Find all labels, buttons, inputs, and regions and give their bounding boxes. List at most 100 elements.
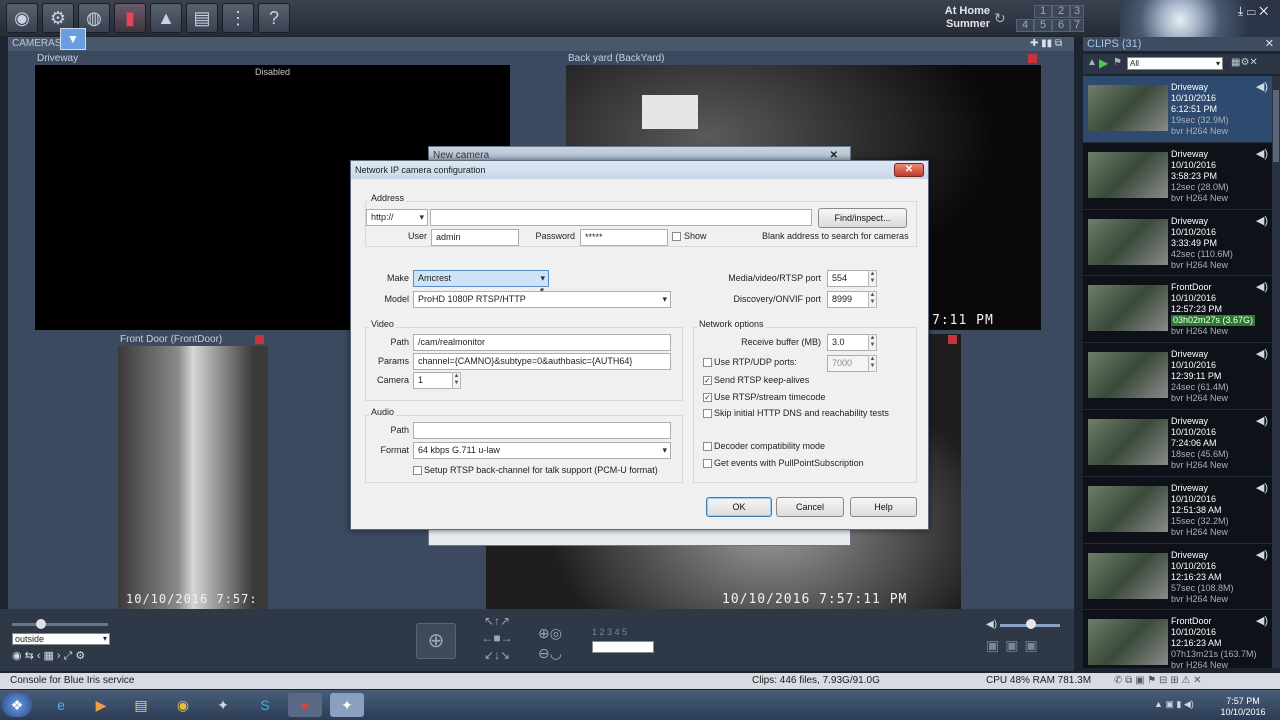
profile-location: At Home	[944, 5, 990, 17]
camera-number-spinner[interactable]: ▲ ▼	[452, 372, 461, 389]
zoom-controls[interactable]: ⊕◎ ⊖◡	[538, 623, 562, 663]
audio-path-input[interactable]	[413, 422, 671, 439]
pullpoint-checkbox[interactable]	[703, 459, 712, 468]
clip-item[interactable]: ◀) FrontDoor 10/10/2016 12:16:23 AM 07h13m21…	[1083, 610, 1272, 668]
backchannel-checkbox[interactable]	[413, 466, 422, 475]
profile-7-button[interactable]: 7	[1070, 19, 1084, 32]
file-explorer-icon[interactable]: ▤	[124, 693, 158, 717]
rtp-port-spinner[interactable]: ▲ ▼	[868, 355, 877, 372]
camera-number-input[interactable]: 1	[413, 372, 453, 389]
chevron-down-icon: ▾	[102, 634, 107, 643]
profile-select[interactable]: outside ▾	[12, 633, 110, 645]
internet-explorer-icon[interactable]: e	[44, 693, 78, 717]
protocol-select[interactable]: http://	[366, 209, 428, 226]
navigation-buttons[interactable]: ◉⇆‹▦›⤢⚙	[12, 649, 88, 663]
close-button[interactable]: ✕	[894, 163, 924, 177]
shield-icon[interactable]: ▼	[60, 28, 86, 50]
user-input[interactable]: admin	[431, 229, 519, 246]
start-button-icon[interactable]: ❖	[2, 693, 32, 717]
audio-slider-thumb[interactable]	[1026, 619, 1036, 629]
password-input[interactable]: *****	[580, 229, 668, 246]
profile-4-button[interactable]: 4	[1016, 19, 1034, 32]
warning-icon[interactable]: ▲	[1087, 57, 1097, 68]
camera-icon[interactable]: ◉	[6, 3, 38, 33]
audio-format-select[interactable]: 64 kbps G.711 u-law	[413, 442, 671, 459]
chrome-icon[interactable]: ◉	[166, 693, 200, 717]
volume-slider[interactable]	[12, 623, 108, 626]
rtp-udp-checkbox[interactable]	[703, 358, 712, 367]
media-port-spinner[interactable]: ▲ ▼	[868, 270, 877, 287]
media-port-input[interactable]: 554	[827, 270, 869, 287]
clip-item[interactable]: ◀) FrontDoor 10/10/2016 12:57:23 PM 03h02m27…	[1083, 276, 1272, 344]
recorder-icon[interactable]: ●	[288, 693, 322, 717]
keepalive-checkbox[interactable]: ✓	[703, 376, 712, 385]
flag-icon[interactable]: ⚑	[1113, 57, 1122, 68]
clips-scrollbar[interactable]	[1272, 76, 1280, 668]
profile-3-button[interactable]: 3	[1070, 5, 1084, 18]
clip-tools-icons[interactable]: ▦⚙✕	[1231, 57, 1258, 68]
profile-5-button[interactable]: 5	[1034, 19, 1052, 32]
clip-date: 10/10/2016	[1171, 560, 1217, 571]
user-label: User	[407, 231, 427, 241]
tray-icons[interactable]: ▲ ▣ ▮ ◀)	[1154, 699, 1194, 710]
receive-buffer-input[interactable]: 3.0	[827, 334, 869, 351]
talk-buttons[interactable]: ▣▣▣	[986, 637, 1044, 654]
play-icon[interactable]: ▶	[1099, 56, 1108, 70]
find-inspect-button[interactable]: Find/inspect...	[818, 208, 907, 228]
skip-dns-checkbox[interactable]	[703, 409, 712, 418]
taskbar-clock[interactable]: 7:57 PM 10/10/2016	[1212, 696, 1274, 718]
receive-buffer-spinner[interactable]: ▲ ▼	[868, 334, 877, 351]
ok-button[interactable]: OK	[706, 497, 772, 517]
image-icon[interactable]: ▲	[150, 3, 182, 33]
camera-tile-frontdoor[interactable]: Front Door (FrontDoor) 10/10/2016 7:57:	[118, 334, 268, 611]
profile-1-button[interactable]: 1	[1034, 5, 1052, 18]
address-input[interactable]	[430, 209, 812, 226]
video-path-input[interactable]: /cam/realmonitor	[413, 334, 671, 351]
help-button[interactable]: Help	[850, 497, 917, 517]
profile-2-button[interactable]: 2	[1052, 5, 1070, 18]
decoder-compat-checkbox[interactable]	[703, 442, 712, 451]
refresh-icon[interactable]: ↻	[994, 10, 1006, 27]
status-icons[interactable]: ✆ ⧉ ▣ ⚑ ⊟ ⊞ ⚠ ✕	[1114, 673, 1201, 689]
camera-layout-controls[interactable]: ✚ ▮▮ ⧉	[1030, 38, 1062, 49]
ptz-home-icon[interactable]: ⊕	[416, 623, 456, 659]
make-select[interactable]: Amcrest	[413, 270, 549, 287]
model-select[interactable]: ProHD 1080P RTSP/HTTP	[413, 291, 671, 308]
profile-6-button[interactable]: 6	[1052, 19, 1070, 32]
preset-select[interactable]	[592, 641, 654, 653]
preset-buttons[interactable]: 1 2 3 4 5	[592, 627, 692, 641]
window-controls[interactable]: ⤓ ▭ ✕	[1238, 4, 1268, 19]
speaker-icon[interactable]: ◀)	[986, 619, 997, 630]
skype-icon[interactable]: S	[248, 693, 282, 717]
ptz-arrow-pad[interactable]: ↖↑↗ ←■→ ↙↓↘	[464, 613, 530, 667]
clip-item[interactable]: ◀) Driveway 10/10/2016 12:16:23 AM 57sec (10…	[1083, 544, 1272, 611]
cancel-button[interactable]: Cancel	[776, 497, 844, 517]
clip-item[interactable]: ◀) Driveway 10/10/2016 12:51:38 AM 15sec (32…	[1083, 477, 1272, 544]
main-toolbar: ◉ ⚙ ◍ ▮ ▲ ▤ ⋮ ? At Home Summer ↻ 1 2 3 4…	[0, 0, 1280, 36]
close-icon[interactable]: ✕	[1265, 37, 1274, 51]
clip-item[interactable]: ◀) Driveway 10/10/2016 3:58:23 PM 12sec (28.…	[1083, 143, 1272, 210]
clip-item[interactable]: ◀) Driveway 10/10/2016 6:12:51 PM 19sec (32.…	[1083, 76, 1272, 143]
clip-item[interactable]: ◀) Driveway 10/10/2016 3:33:49 PM 42sec (110…	[1083, 210, 1272, 277]
clip-time: 12:16:23 AM	[1171, 571, 1222, 582]
help-icon[interactable]: ?	[258, 3, 290, 33]
clips-filter-select[interactable]: All ▾	[1127, 57, 1223, 70]
onvif-port-spinner[interactable]: ▲ ▼	[868, 291, 877, 308]
chart-icon[interactable]: ▮	[114, 3, 146, 33]
clip-item[interactable]: ◀) Driveway 10/10/2016 7:24:06 AM 18sec (45.…	[1083, 410, 1272, 477]
rtp-port-input[interactable]: 7000	[827, 355, 869, 372]
slider-thumb[interactable]	[36, 619, 46, 629]
media-player-icon[interactable]: ▶	[84, 693, 118, 717]
timecode-checkbox[interactable]: ✓	[703, 393, 712, 402]
blue-iris-active-icon[interactable]: ✦	[330, 693, 364, 717]
clip-time: 7:24:06 AM	[1171, 437, 1217, 448]
blue-iris-icon[interactable]: ✦	[206, 693, 240, 717]
params-input[interactable]: channel={CAMNO}&subtype=0&authbasic={AUT…	[413, 353, 671, 370]
clip-item[interactable]: ◀) Driveway 10/10/2016 12:39:11 PM 24sec (61…	[1083, 343, 1272, 410]
film-icon[interactable]: ▤	[186, 3, 218, 33]
traffic-light-icon[interactable]: ⋮	[222, 3, 254, 33]
show-password-checkbox[interactable]	[672, 232, 681, 241]
scroll-thumb[interactable]	[1273, 90, 1279, 162]
clips-filter-value: All	[1130, 59, 1139, 68]
onvif-port-input[interactable]: 8999	[827, 291, 869, 308]
